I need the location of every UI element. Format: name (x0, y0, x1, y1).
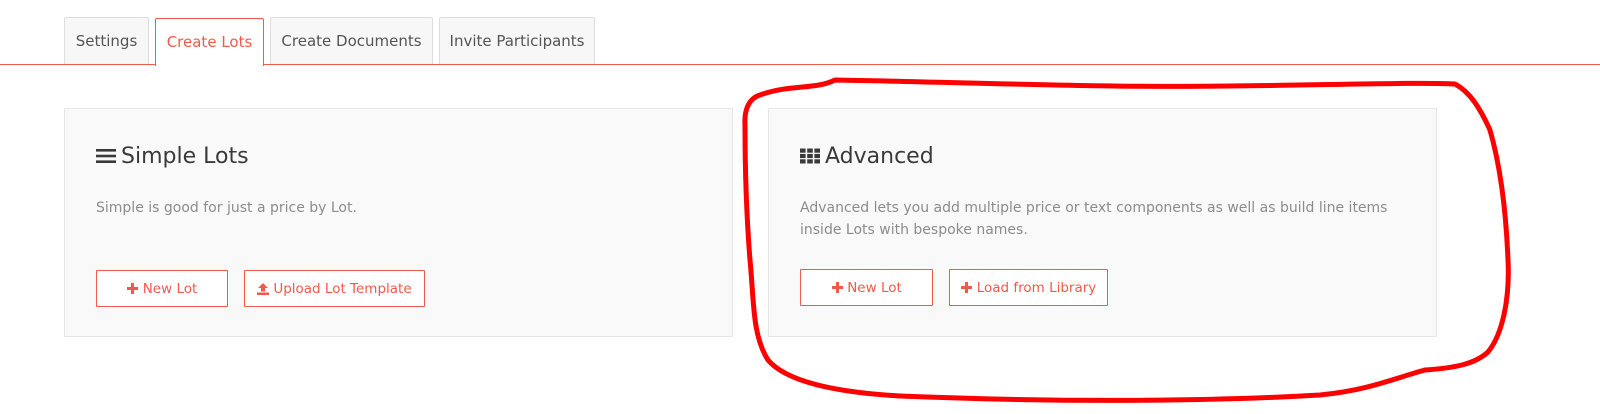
button-label: Upload Lot Template (273, 280, 412, 297)
tab-label: Settings (75, 32, 138, 50)
tab-create-lots[interactable]: Create Lots (155, 18, 264, 67)
tab-invite-participants[interactable]: Invite Participants (439, 17, 595, 64)
tab-settings[interactable]: Settings (64, 17, 149, 64)
simple-new-lot-button[interactable]: New Lot (96, 270, 228, 307)
plus-icon (127, 283, 139, 295)
list-icon (96, 145, 116, 167)
advanced-title: Advanced (800, 141, 934, 171)
load-from-library-button[interactable]: Load from Library (949, 269, 1108, 306)
tab-label: Create Lots (166, 33, 253, 51)
button-label: Load from Library (976, 279, 1097, 296)
tab-create-documents[interactable]: Create Documents (270, 17, 433, 64)
button-label: New Lot (142, 280, 198, 297)
grid-icon (800, 145, 820, 167)
plus-icon (961, 282, 973, 294)
upload-lot-template-button[interactable]: Upload Lot Template (244, 270, 425, 307)
tab-label: Create Documents (281, 32, 422, 50)
simple-lots-title: Simple Lots (96, 141, 249, 171)
upload-icon (257, 282, 270, 295)
advanced-new-lot-button[interactable]: New Lot (800, 269, 933, 306)
button-label: New Lot (847, 279, 902, 296)
tab-bar: Settings Create Lots Create Documents In… (0, 0, 1600, 67)
advanced-lots-panel: Advanced Advanced lets you add multiple … (768, 108, 1437, 337)
tab-label: Invite Participants (449, 32, 585, 50)
advanced-description: Advanced lets you add multiple price or … (800, 200, 1388, 238)
simple-lots-description: Simple is good for just a price by Lot. (96, 200, 357, 216)
advanced-title-text: Advanced (825, 143, 934, 169)
simple-lots-panel: Simple Lots Simple is good for just a pr… (64, 108, 733, 337)
plus-icon (831, 282, 843, 294)
simple-lots-title-text: Simple Lots (121, 143, 249, 169)
